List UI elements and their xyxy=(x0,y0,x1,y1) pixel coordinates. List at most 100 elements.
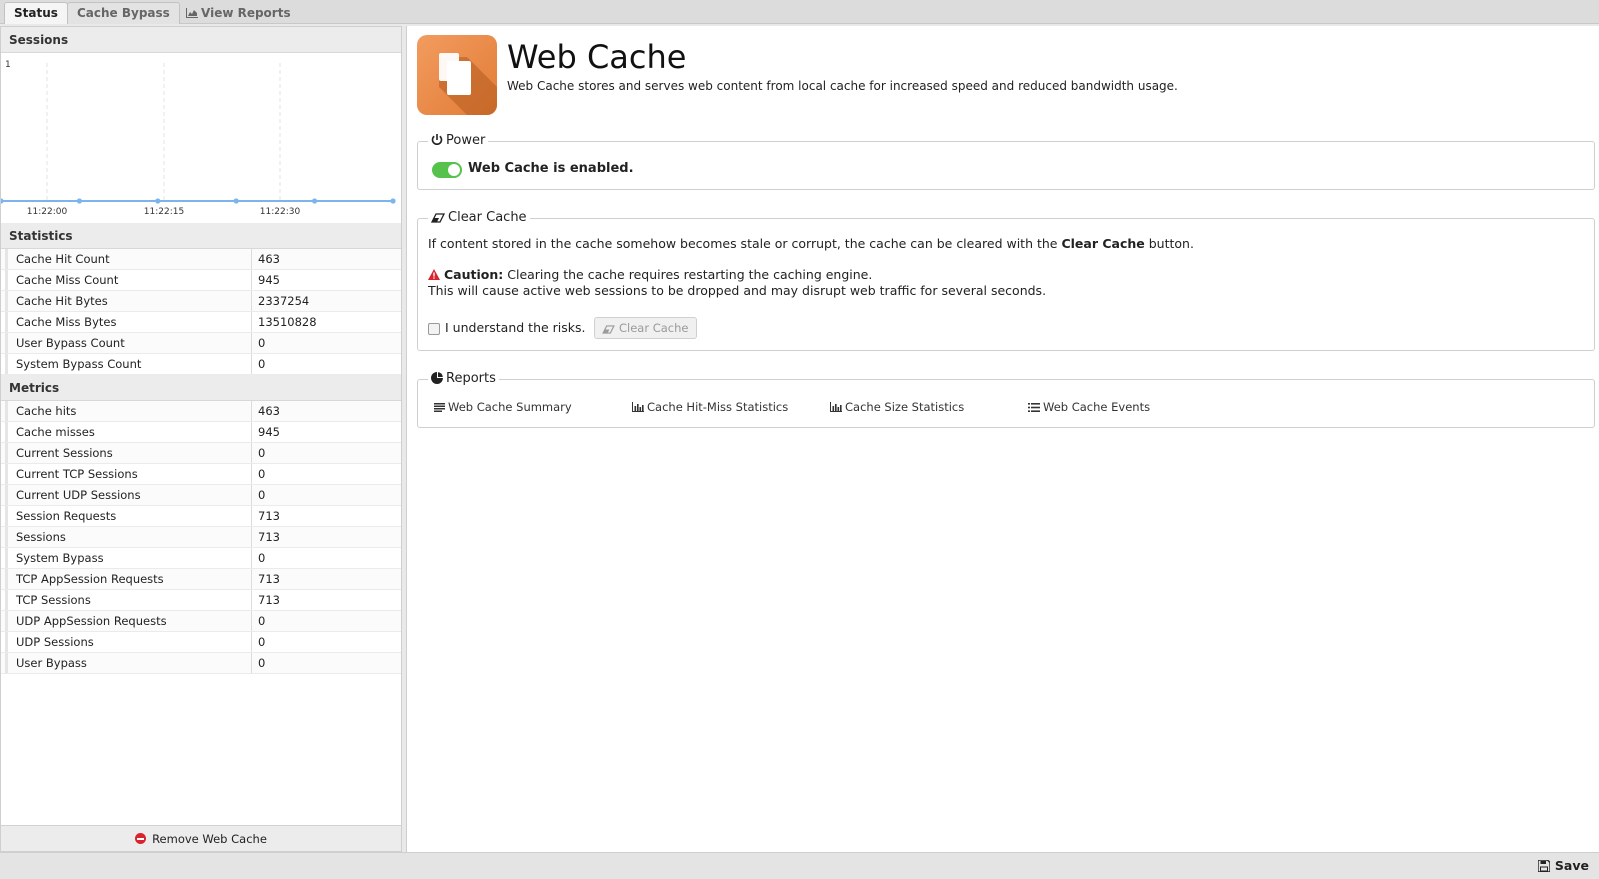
pie-chart-icon xyxy=(431,372,443,384)
report-cache-hit-miss-statistics[interactable]: Cache Hit-Miss Statistics xyxy=(632,400,788,414)
save-button[interactable]: Save xyxy=(1537,858,1589,873)
row-label: User Bypass xyxy=(5,653,252,673)
clear-cache-info-suffix: button. xyxy=(1144,236,1194,251)
caution-line-2: This will cause active web sessions to b… xyxy=(428,283,1047,298)
row-label: System Bypass xyxy=(5,548,252,568)
clear-cache-info: If content stored in the cache somehow b… xyxy=(428,236,1194,251)
report-web-cache-events[interactable]: Web Cache Events xyxy=(1028,400,1150,414)
report-link-label: Cache Hit-Miss Statistics xyxy=(647,400,789,414)
left-panel: Sessions 11:22:00 11:22:15 11:22:30 1 Stati… xyxy=(0,26,402,852)
clear-cache-legend: Clear Cache xyxy=(428,209,530,227)
row-value: 0 xyxy=(258,551,266,565)
remove-web-cache-label: Remove Web Cache xyxy=(152,832,267,846)
power-status-text: Web Cache is enabled. xyxy=(468,161,634,176)
save-label: Save xyxy=(1554,858,1589,873)
tab-bar: Status Cache Bypass View Reports xyxy=(0,0,1599,24)
tab-view-reports[interactable]: View Reports xyxy=(176,2,301,24)
report-web-cache-summary[interactable]: Web Cache Summary xyxy=(434,400,572,414)
warning-icon xyxy=(428,269,440,280)
tab-status-label: Status xyxy=(14,6,58,20)
remove-web-cache-button[interactable]: Remove Web Cache xyxy=(1,825,401,851)
bottom-toolbar: Save xyxy=(0,852,1599,879)
row-value: 0 xyxy=(258,614,266,628)
table-row: Cache misses 945 xyxy=(1,422,401,443)
floppy-disk-icon xyxy=(1537,859,1551,873)
row-label: Current Sessions xyxy=(5,443,252,463)
table-row: Current Sessions 0 xyxy=(1,443,401,464)
power-toggle[interactable] xyxy=(432,162,462,178)
metrics-header: Metrics xyxy=(1,375,401,401)
remove-icon xyxy=(135,833,147,844)
data-point xyxy=(312,198,318,204)
row-label: UDP Sessions xyxy=(5,632,252,652)
table-row: Current UDP Sessions 0 xyxy=(1,485,401,506)
table-row: System Bypass 0 xyxy=(1,548,401,569)
understand-risks-checkbox[interactable] xyxy=(428,323,440,335)
row-label: Cache Miss Count xyxy=(5,270,252,290)
tab-status[interactable]: Status xyxy=(4,2,68,24)
sessions-chart-svg: 11:22:00 11:22:15 11:22:30 1 xyxy=(0,60,396,217)
table-row: User Bypass 0 xyxy=(1,653,401,674)
table-row: Cache hits 463 xyxy=(1,401,401,422)
row-label: TCP Sessions xyxy=(5,590,252,610)
row-value: 0 xyxy=(258,467,266,481)
table-row: TCP Sessions 713 xyxy=(1,590,401,611)
row-label: Cache Hit Count xyxy=(5,249,252,269)
table-row: User Bypass Count 0 xyxy=(1,333,401,354)
statistics-header: Statistics xyxy=(1,223,401,249)
clear-cache-button[interactable]: Clear Cache xyxy=(594,317,697,339)
x-tick-label: 11:22:00 xyxy=(27,207,68,217)
row-value: 945 xyxy=(258,425,280,439)
tab-cache-bypass[interactable]: Cache Bypass xyxy=(67,2,180,24)
table-row: Session Requests 713 xyxy=(1,506,401,527)
row-label: Current UDP Sessions xyxy=(5,485,252,505)
row-value: 13510828 xyxy=(258,315,317,329)
clear-cache-button-label: Clear Cache xyxy=(619,321,689,335)
web-cache-app-icon xyxy=(417,35,497,115)
clear-cache-legend-label: Clear Cache xyxy=(448,210,527,225)
table-row: Sessions 713 xyxy=(1,527,401,548)
list-bullets-icon xyxy=(1028,403,1040,412)
row-label: UDP AppSession Requests xyxy=(5,611,252,631)
right-panel: Web Cache Web Cache stores and serves we… xyxy=(406,26,1599,852)
power-legend-label: Power xyxy=(446,133,486,148)
row-value: 0 xyxy=(258,488,266,502)
row-value: 0 xyxy=(258,635,266,649)
row-label: Session Requests xyxy=(5,506,252,526)
clear-cache-info-prefix: If content stored in the cache somehow b… xyxy=(428,236,1062,251)
data-point xyxy=(155,198,161,204)
row-label: Current TCP Sessions xyxy=(5,464,252,484)
x-tick-label: 11:22:15 xyxy=(144,207,184,217)
row-value: 463 xyxy=(258,252,280,266)
statistics-table: Cache Hit Count 463 Cache Miss Count 945 Cac… xyxy=(1,249,401,375)
row-value: 713 xyxy=(258,509,280,523)
metrics-table: Cache hits 463 Cache misses 945 Current Sess… xyxy=(1,401,401,674)
row-label: Cache misses xyxy=(5,422,252,442)
row-value: 0 xyxy=(258,336,266,350)
row-value: 713 xyxy=(258,593,280,607)
bar-chart-icon xyxy=(830,402,842,412)
caution-label: Caution: xyxy=(444,267,504,282)
row-label: Cache Miss Bytes xyxy=(5,312,252,332)
app-description: Web Cache stores and serves web content … xyxy=(507,79,1178,93)
table-row: Current TCP Sessions 0 xyxy=(1,464,401,485)
table-row: Cache Hit Bytes 2337254 xyxy=(1,291,401,312)
row-value: 0 xyxy=(258,446,266,460)
clear-cache-section: Clear Cache If content stored in the cac… xyxy=(417,209,1595,351)
tab-view-reports-label: View Reports xyxy=(201,6,291,20)
understand-risks-label: I understand the risks. xyxy=(445,320,586,335)
row-value: 0 xyxy=(258,357,266,371)
table-row: Cache Hit Count 463 xyxy=(1,249,401,270)
clear-cache-info-bold: Clear Cache xyxy=(1061,236,1145,251)
power-icon xyxy=(431,134,443,145)
row-label: User Bypass Count xyxy=(5,333,252,353)
data-point xyxy=(390,198,396,204)
reports-section: Reports Web Cache Summary Cache Hit-Miss… xyxy=(417,370,1595,428)
row-value: 713 xyxy=(258,572,280,586)
reports-legend-label: Reports xyxy=(446,371,496,386)
row-label: Cache hits xyxy=(5,401,252,421)
x-tick-label: 11:22:30 xyxy=(260,207,301,217)
report-cache-size-statistics[interactable]: Cache Size Statistics xyxy=(830,400,964,414)
tab-cache-bypass-label: Cache Bypass xyxy=(77,6,170,20)
report-link-label: Web Cache Events xyxy=(1043,400,1151,414)
